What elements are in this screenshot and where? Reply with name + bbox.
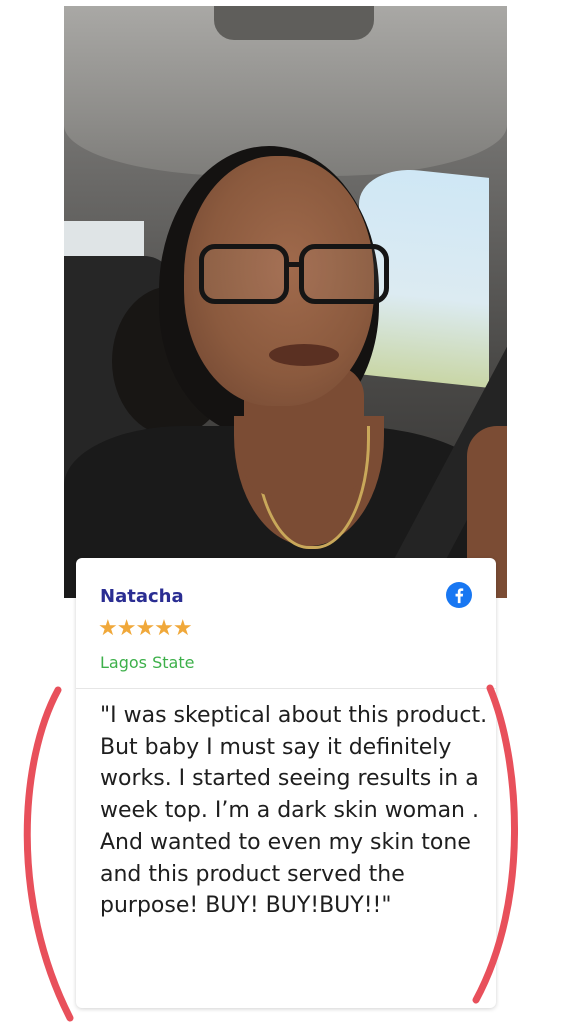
reviewer-location: Lagos State: [100, 653, 195, 672]
review-card-header: Natacha ★★★★★ Lagos State: [76, 558, 496, 689]
eyeglasses: [189, 244, 389, 304]
reviewer-photo: [64, 6, 507, 598]
reviewer-name: Natacha: [100, 586, 184, 607]
review-text: "I was skeptical about this product. But…: [100, 703, 488, 919]
review-card: Natacha ★★★★★ Lagos State "I was skeptic…: [76, 558, 496, 1008]
car-sunroof: [214, 6, 374, 40]
annotation-bracket-left: [23, 686, 74, 1022]
facebook-icon[interactable]: [446, 582, 472, 608]
lips: [269, 344, 339, 366]
glasses-lens-right: [299, 244, 389, 304]
testimonial-page: Natacha ★★★★★ Lagos State "I was skeptic…: [0, 0, 571, 1024]
star-rating: ★★★★★: [98, 616, 193, 641]
glasses-lens-left: [199, 244, 289, 304]
